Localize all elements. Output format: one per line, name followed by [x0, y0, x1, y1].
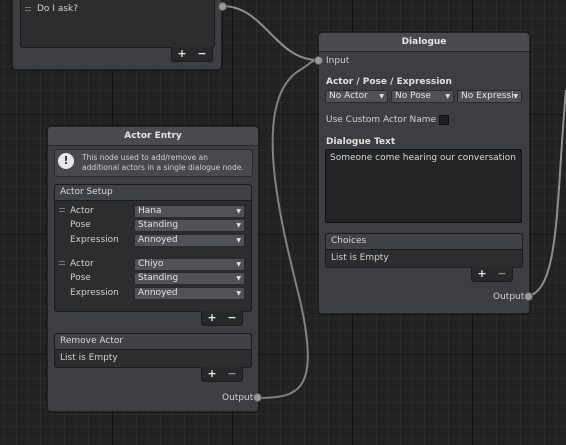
- remove-actor-empty-text: List is Empty: [60, 353, 118, 363]
- expression-select[interactable]: No Expressi ▼: [457, 90, 522, 103]
- pose-select-value: Standing: [138, 273, 179, 283]
- custom-actor-name-checkbox[interactable]: [439, 115, 449, 125]
- actor-select-value: Hana: [138, 206, 162, 216]
- caret-down-icon: ▼: [236, 237, 241, 244]
- expression-label: Expression: [70, 288, 119, 298]
- actor-setup-controls: + −: [201, 311, 243, 326]
- add-remove-actor-button[interactable]: +: [207, 368, 216, 379]
- custom-actor-name-label: Use Custom Actor Name: [326, 115, 437, 125]
- dialogue-text-field[interactable]: Someone come hearing our conversation: [325, 149, 522, 223]
- remove-actor-header: Remove Actor: [55, 334, 251, 350]
- choices-empty-text: List is Empty: [331, 253, 389, 263]
- output-port-label: Output: [222, 393, 254, 403]
- pose-select[interactable]: No Pose ▼: [391, 90, 454, 103]
- actor-select[interactable]: Chiyo ▼: [134, 258, 245, 271]
- choices-controls: + −: [471, 267, 513, 282]
- choices-list: Choices List is Empty: [325, 233, 523, 268]
- add-choice-button[interactable]: +: [477, 268, 486, 279]
- caret-down-icon: ▼: [236, 275, 241, 282]
- dialogue-input-port[interactable]: [314, 56, 323, 65]
- pose-label: Pose: [70, 273, 91, 283]
- wire-dialogue-output: [527, 89, 566, 297]
- dialogue-node[interactable]: Dialogue Input Actor / Pose / Expression…: [314, 32, 533, 314]
- expression-select-value: Annoyed: [138, 235, 178, 245]
- help-box: ! This node used to add/remove an additi…: [54, 149, 253, 177]
- exclamation-bubble-icon: !: [58, 153, 74, 169]
- dialogue-text-label: Dialogue Text: [326, 137, 396, 147]
- caret-down-icon: ▼: [236, 261, 241, 268]
- remove-choice-button[interactable]: −: [497, 268, 506, 279]
- actor-label: Actor: [70, 259, 94, 269]
- choice-text[interactable]: Do I ask?: [37, 4, 78, 14]
- previous-node[interactable]: Do I ask? + −: [12, 0, 227, 70]
- expression-select-value: No Expressi: [461, 91, 514, 101]
- caret-down-icon: ▼: [236, 222, 241, 229]
- choices-header: Choices: [326, 234, 522, 250]
- dialogue-output-port[interactable]: [524, 292, 533, 301]
- remove-actor-button[interactable]: −: [227, 312, 236, 323]
- expression-select-value: Annoyed: [138, 288, 178, 298]
- actor-setup-header: Actor Setup: [55, 185, 251, 201]
- expression-select[interactable]: Annoyed ▼: [134, 287, 245, 300]
- actor-select[interactable]: No Actor ▼: [325, 90, 388, 103]
- actor-select-value: Chiyo: [138, 259, 164, 269]
- pose-select-value: No Pose: [395, 91, 431, 101]
- add-choice-button[interactable]: +: [177, 48, 186, 59]
- choice-output-port[interactable]: [218, 2, 227, 11]
- remove-remove-actor-button[interactable]: −: [227, 368, 236, 379]
- remove-choice-button[interactable]: −: [197, 48, 206, 59]
- actor-entry-output-port[interactable]: [253, 393, 262, 402]
- caret-down-icon: ▼: [513, 93, 518, 100]
- help-text: This node used to add/remove an addition…: [82, 153, 244, 172]
- wire-actor-entry-to-dialogue: [257, 59, 319, 399]
- pose-select[interactable]: Standing ▼: [134, 272, 245, 285]
- input-port-label: Input: [326, 56, 350, 66]
- pose-label: Pose: [70, 220, 91, 230]
- caret-down-icon: ▼: [379, 93, 384, 100]
- actor-pose-expression-label: Actor / Pose / Expression: [326, 77, 452, 87]
- remove-actor-controls: + −: [201, 367, 243, 382]
- add-actor-button[interactable]: +: [207, 312, 216, 323]
- pose-select-value: Standing: [138, 220, 179, 230]
- caret-down-icon: ▼: [445, 93, 450, 100]
- actor-entry-node[interactable]: Actor Entry ! This node used to add/remo…: [47, 126, 262, 412]
- dialogue-node-title: Dialogue: [319, 33, 529, 52]
- actor-select[interactable]: Hana ▼: [134, 205, 245, 218]
- pose-select[interactable]: Standing ▼: [134, 219, 245, 232]
- actor-entry-title: Actor Entry: [48, 127, 258, 146]
- actor-select-value: No Actor: [329, 91, 368, 101]
- choice-list-controls: + −: [171, 47, 213, 62]
- caret-down-icon: ▼: [236, 208, 241, 215]
- expression-select[interactable]: Annoyed ▼: [134, 234, 245, 247]
- choice-item: Do I ask?: [20, 0, 215, 48]
- actor-label: Actor: [70, 206, 94, 216]
- remove-actor-list: Remove Actor List is Empty: [54, 333, 252, 368]
- actor-setup-list: Actor Setup Actor Hana ▼ Pose Standing ▼…: [54, 184, 252, 312]
- expression-label: Expression: [70, 235, 119, 245]
- caret-down-icon: ▼: [236, 290, 241, 297]
- output-port-label: Output: [493, 292, 525, 302]
